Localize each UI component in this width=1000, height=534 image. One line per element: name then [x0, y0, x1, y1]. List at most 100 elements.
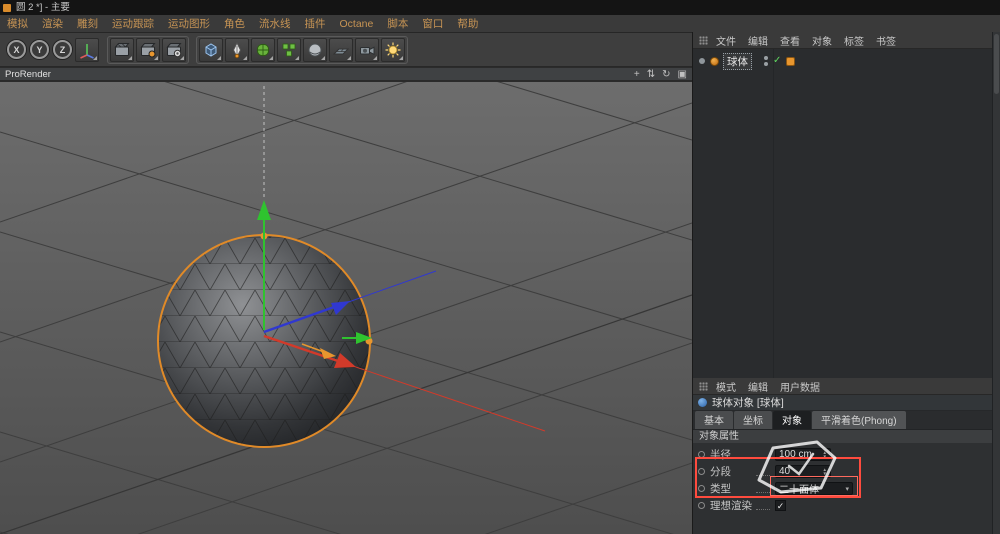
- radius-row: 半径 100 cm ▲▼: [693, 446, 993, 463]
- object-tree[interactable]: 球体 ✓: [693, 49, 993, 378]
- menu-mograph[interactable]: 运动图形: [161, 16, 217, 31]
- menu-script[interactable]: 脚本: [380, 16, 415, 31]
- pen-icon: [228, 41, 246, 59]
- type-label: 类型: [710, 481, 756, 496]
- attr-menu-mode[interactable]: 模式: [710, 379, 742, 394]
- lock-z-axis-button[interactable]: Z: [53, 40, 72, 59]
- subdivision-surface-button[interactable]: [251, 38, 275, 62]
- lock-y-axis-button[interactable]: Y: [30, 40, 49, 59]
- deformer-button[interactable]: [303, 38, 327, 62]
- dolly-icon[interactable]: ⇅: [647, 68, 655, 81]
- cube-icon: [202, 41, 220, 59]
- floor-button[interactable]: [329, 38, 353, 62]
- viewport[interactable]: ProRender + ⇅ ↻ ▣: [0, 68, 692, 534]
- object-manager: 文件 编辑 查看 对象 标签 书签 球体 ✓: [693, 32, 993, 378]
- om-menu-tags[interactable]: 标签: [838, 33, 870, 48]
- subdivision-surface-icon: [254, 41, 272, 59]
- attr-menu-userdata[interactable]: 用户数据: [774, 379, 826, 394]
- sphere-object-icon[interactable]: [710, 57, 719, 66]
- check-icon: ✓: [777, 501, 785, 511]
- lock-x-axis-button[interactable]: X: [7, 40, 26, 59]
- render-perfect-checkbox[interactable]: ✓: [775, 500, 786, 511]
- pan-icon[interactable]: +: [634, 68, 640, 81]
- render-picture-viewer-button[interactable]: [136, 38, 160, 62]
- render-picture-viewer-icon: [139, 41, 157, 59]
- light-button[interactable]: [381, 38, 405, 62]
- coordinate-system-icon: [78, 41, 96, 59]
- key-dot-icon[interactable]: [698, 468, 705, 475]
- phong-tag-icon[interactable]: [786, 57, 795, 66]
- attribute-tabs: 基本 坐标 对象 平滑着色(Phong): [693, 411, 993, 429]
- maximize-icon[interactable]: ▣: [678, 68, 687, 81]
- panel-handle-icon[interactable]: [699, 382, 708, 391]
- render-view-button[interactable]: [110, 38, 134, 62]
- render-settings-button[interactable]: [162, 38, 186, 62]
- scrollbar[interactable]: [992, 32, 1000, 534]
- attribute-header-title: 球体对象 [球体]: [712, 395, 784, 410]
- segments-row: 分段 40 ▲▼: [693, 463, 993, 480]
- type-dropdown[interactable]: 二十面体 ▾: [775, 482, 853, 495]
- radius-input[interactable]: 100 cm ▲▼: [775, 448, 831, 461]
- menu-help[interactable]: 帮助: [450, 16, 485, 31]
- menu-window[interactable]: 窗口: [415, 16, 450, 31]
- enabled-check-icon[interactable]: ✓: [773, 56, 781, 66]
- chevron-down-icon: ▾: [845, 485, 849, 493]
- om-menu-file[interactable]: 文件: [710, 33, 742, 48]
- om-menu-bookmarks[interactable]: 书签: [870, 33, 902, 48]
- segments-label: 分段: [710, 464, 756, 479]
- menu-plugins[interactable]: 插件: [298, 16, 333, 31]
- om-menu-view[interactable]: 查看: [774, 33, 806, 48]
- leader-dots: [756, 485, 770, 493]
- om-menu-objects[interactable]: 对象: [806, 33, 838, 48]
- attr-menu-edit[interactable]: 编辑: [742, 379, 774, 394]
- scrollbar-thumb[interactable]: [994, 34, 999, 94]
- viewport-title: ProRender: [5, 69, 51, 80]
- menu-sculpt[interactable]: 雕刻: [70, 16, 105, 31]
- key-dot-icon[interactable]: [698, 502, 705, 509]
- menu-render[interactable]: 渲染: [35, 16, 70, 31]
- light-icon: [384, 41, 402, 59]
- key-dot-icon[interactable]: [698, 451, 705, 458]
- create-tools-group: [196, 36, 408, 64]
- menu-octane[interactable]: Octane: [333, 18, 381, 30]
- object-label[interactable]: 球体: [723, 53, 752, 70]
- type-row: 类型 二十面体 ▾: [693, 480, 993, 497]
- tab-basic[interactable]: 基本: [695, 411, 733, 429]
- right-panel: 文件 编辑 查看 对象 标签 书签 球体 ✓: [692, 32, 1000, 534]
- tree-node-icon: [699, 58, 705, 64]
- spinner-icon[interactable]: ▲▼: [823, 468, 827, 476]
- tab-phong[interactable]: 平滑着色(Phong): [812, 411, 906, 429]
- menu-pipeline[interactable]: 流水线: [252, 16, 298, 31]
- radius-value: 100 cm: [779, 449, 812, 460]
- rotate-icon[interactable]: ↻: [662, 68, 670, 81]
- viewport-nav: + ⇅ ↻ ▣: [634, 68, 687, 81]
- mograph-button[interactable]: [277, 38, 301, 62]
- om-menu-edit[interactable]: 编辑: [742, 33, 774, 48]
- camera-icon: [358, 41, 376, 59]
- attribute-menubar: 模式 编辑 用户数据: [693, 378, 993, 395]
- cube-primitive-button[interactable]: [199, 38, 223, 62]
- spline-pen-button[interactable]: [225, 38, 249, 62]
- radius-label: 半径: [710, 447, 756, 462]
- coordinate-system-button[interactable]: [75, 38, 99, 62]
- tab-object[interactable]: 对象: [773, 411, 811, 429]
- floor-icon: [332, 41, 350, 59]
- segments-input[interactable]: 40 ▲▼: [775, 465, 831, 478]
- panel-handle-icon[interactable]: [699, 36, 708, 45]
- camera-button[interactable]: [355, 38, 379, 62]
- spinner-icon[interactable]: ▲▼: [823, 451, 827, 459]
- object-row-sphere[interactable]: 球体 ✓: [697, 53, 991, 69]
- menu-bar: 模拟 渲染 雕刻 运动跟踪 运动图形 角色 流水线 插件 Octane 脚本 窗…: [0, 15, 1000, 33]
- leader-dots: [756, 468, 770, 476]
- visibility-dots-icon[interactable]: [764, 56, 768, 66]
- render-button-group: [107, 36, 189, 64]
- key-dot-icon[interactable]: [698, 485, 705, 492]
- menu-simulate[interactable]: 模拟: [0, 16, 35, 31]
- title-bar: 圆 2 *] - 主要: [0, 0, 1000, 15]
- menu-character[interactable]: 角色: [217, 16, 252, 31]
- tab-coordinates[interactable]: 坐标: [734, 411, 772, 429]
- viewport-canvas[interactable]: [0, 82, 692, 534]
- attribute-header: 球体对象 [球体]: [693, 395, 993, 411]
- menu-motion-tracker[interactable]: 运动跟踪: [105, 16, 161, 31]
- attribute-manager: 模式 编辑 用户数据 球体对象 [球体] 基本 坐标 对象 平滑着色(Phong…: [693, 378, 993, 534]
